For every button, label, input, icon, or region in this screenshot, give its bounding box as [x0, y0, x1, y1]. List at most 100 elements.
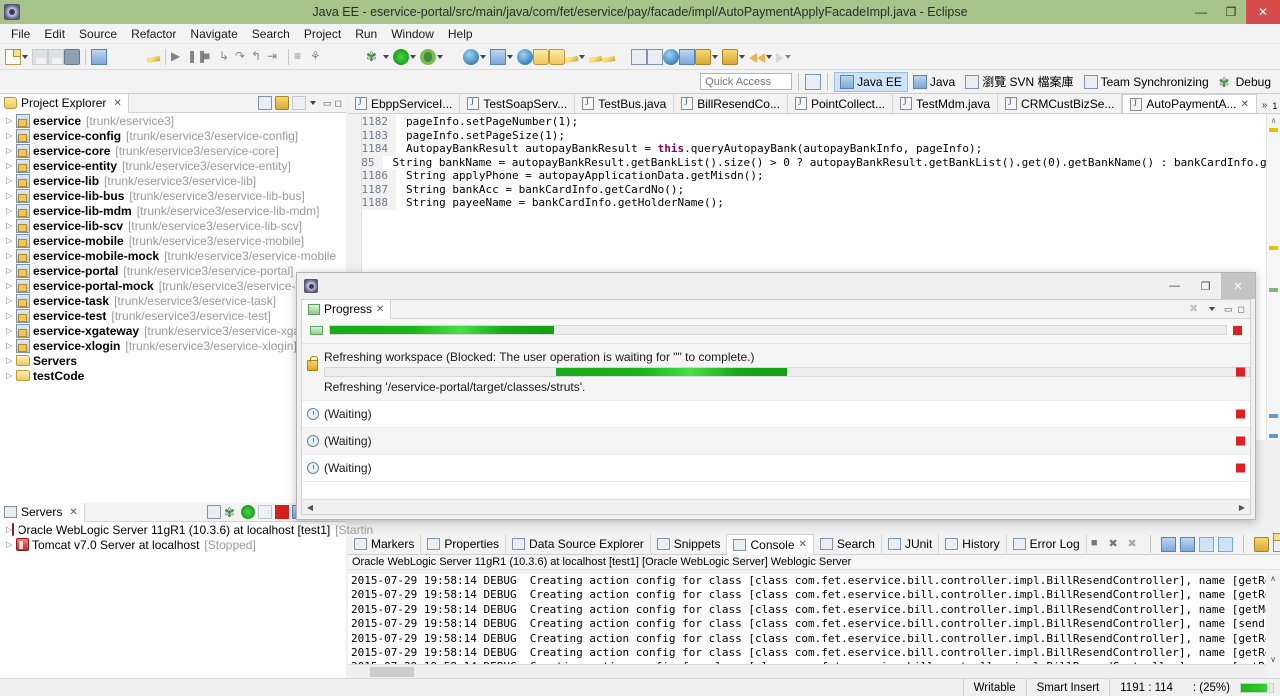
open-perspective-icon[interactable] — [805, 73, 822, 90]
bottom-tab[interactable]: Console ✕ — [727, 533, 814, 555]
editor-tab[interactable]: TestSoapServ... — [460, 94, 576, 113]
dialog-close-button[interactable]: ✕ — [1221, 273, 1255, 299]
menu-file[interactable]: File — [4, 26, 37, 42]
clear-console-icon[interactable] — [1160, 536, 1176, 552]
scroll-down-icon[interactable]: ∨ — [1266, 655, 1280, 664]
warning-marker[interactable] — [1269, 128, 1278, 132]
show-console-on-output-icon[interactable] — [1217, 536, 1233, 552]
open-task-icon[interactable] — [695, 48, 711, 65]
scrollbar-thumb[interactable] — [370, 667, 414, 677]
next-annotation-dropdown-icon[interactable] — [785, 54, 791, 59]
expand-arrow-icon[interactable]: ▷ — [6, 116, 16, 125]
new-java-package-icon[interactable] — [647, 48, 663, 65]
progress-horizontal-scrollbar[interactable]: ◀ ▶ — [302, 499, 1250, 514]
expand-arrow-icon[interactable]: ▷ — [6, 326, 16, 335]
next-annotation-icon[interactable] — [776, 53, 784, 63]
tree-item[interactable]: ▷ eservice-entity [trunk/eservice3/eservic… — [0, 158, 346, 173]
tree-item[interactable]: ▷ eservice-lib-mdm [trunk/eservice3/eservi… — [0, 203, 346, 218]
code-text[interactable]: String applyPhone = autopayApplicationDa… — [396, 169, 764, 183]
menu-navigate[interactable]: Navigate — [183, 26, 244, 42]
code-text[interactable]: AutopayBankResult autopayBankResult = th… — [396, 142, 982, 156]
code-text[interactable]: pageInfo.setPageNumber(1); — [396, 115, 578, 129]
perspective-java[interactable]: Java — [908, 72, 960, 92]
tree-item[interactable]: ▷ eservice-config [trunk/eservice3/eservic… — [0, 128, 346, 143]
code-text[interactable]: String payeeName = bankCardInfo.getHolde… — [396, 196, 724, 210]
tree-item[interactable]: ▷ eservice-task [trunk/eservice3/eservice-… — [0, 293, 346, 308]
new-java-project-icon[interactable] — [631, 48, 647, 65]
menu-window[interactable]: Window — [384, 26, 441, 42]
perspective-team-synchronizing[interactable]: Team Synchronizing — [1079, 72, 1214, 92]
pin-console-icon[interactable] — [1253, 536, 1269, 552]
maximize-view-icon[interactable]: ◻ — [335, 98, 342, 109]
console-output[interactable]: 2015-07-29 19:58:14 DEBUG Creating actio… — [348, 574, 1280, 664]
debug-server-icon[interactable]: ✾ — [224, 505, 238, 520]
debug-gear-icon[interactable]: ✾ — [366, 49, 382, 65]
run-icon[interactable] — [393, 48, 409, 65]
menu-search[interactable]: Search — [245, 26, 297, 42]
expand-arrow-icon[interactable]: ▷ — [6, 266, 16, 275]
overflow-chevron-icon[interactable]: » — [1262, 100, 1268, 111]
tree-item[interactable]: ▷ eservice-lib-scv [trunk/eservice3/eservi… — [0, 218, 346, 233]
editor-tab[interactable]: TestBus.java — [575, 94, 675, 113]
save-icon[interactable] — [32, 48, 48, 65]
server-row[interactable]: ▷ Oracle WebLogic Server 11gR1 (10.3.6) a… — [0, 522, 373, 537]
editor-tab[interactable]: AutoPaymentA...✕ — [1122, 94, 1257, 113]
tree-item[interactable]: ▷ testCode — [0, 368, 346, 383]
collapse-all-icon[interactable] — [258, 96, 272, 110]
expand-arrow-icon[interactable]: ▷ — [6, 206, 16, 215]
code-text[interactable]: String bankAcc = bankCardInfo.getCardNo(… — [396, 183, 684, 197]
drop-to-frame-icon[interactable]: ⇥ — [267, 49, 283, 65]
editor-overview-ruler[interactable]: ∧ — [1266, 114, 1280, 440]
expand-arrow-icon[interactable]: ▷ — [6, 311, 16, 320]
code-text[interactable]: pageInfo.setPageSize(1); — [396, 129, 565, 143]
expand-arrow-icon[interactable]: ▷ — [6, 236, 16, 245]
web-browser-icon[interactable] — [517, 48, 533, 65]
profile-server-icon[interactable] — [258, 505, 272, 519]
stop-server-icon[interactable] — [275, 505, 289, 519]
skip-breakpoints-icon[interactable]: ≡ — [294, 49, 310, 65]
minimize-view-icon[interactable]: ▭ — [323, 98, 332, 109]
dialog-maximize-button[interactable]: ❐ — [1190, 273, 1221, 299]
warning-marker[interactable] — [1269, 246, 1278, 250]
console-vertical-scrollbar[interactable]: ∧ ∨ — [1266, 574, 1280, 664]
tree-item[interactable]: ▷ eservice-test [trunk/eservice3/eservice-… — [0, 308, 346, 323]
progress-dialog[interactable]: — ❐ ✕ Progress ✕ ✖ ▭ ◻ Refreshing worksp… — [296, 272, 1256, 520]
menu-run[interactable]: Run — [348, 26, 384, 42]
expand-arrow-icon[interactable]: ▷ — [6, 191, 16, 200]
person-dropdown-icon[interactable] — [739, 54, 745, 59]
expand-arrow-icon[interactable]: ▷ — [6, 341, 16, 350]
expand-arrow-icon[interactable]: ▷ — [6, 131, 16, 140]
tree-item[interactable]: ▷ eservice-portal-mock [trunk/eservice3/es… — [0, 278, 346, 293]
new-ejb-icon[interactable] — [490, 48, 506, 65]
status-progress-bar[interactable] — [1240, 682, 1274, 693]
scroll-lock-icon[interactable] — [1198, 536, 1214, 552]
quick-fix-icon[interactable] — [146, 55, 161, 63]
quick-access-input[interactable] — [700, 73, 793, 90]
close-button[interactable]: ✕ — [1246, 0, 1280, 24]
minimize-view-icon[interactable]: ▭ — [1224, 304, 1233, 315]
open-web-icon[interactable] — [663, 48, 679, 65]
tree-item[interactable]: ▷ eservice-xlogin [trunk/eservice3/eservic… — [0, 338, 346, 353]
bottom-tab[interactable]: Search — [814, 533, 882, 555]
menu-help[interactable]: Help — [441, 26, 480, 42]
lock-scroll-icon[interactable] — [1179, 536, 1195, 552]
tree-item[interactable]: ▷ eservice-mobile [trunk/eservice3/eservic… — [0, 233, 346, 248]
servers-list[interactable]: ▷ Oracle WebLogic Server 11gR1 (10.3.6) a… — [0, 522, 373, 678]
close-icon[interactable]: ✕ — [69, 507, 77, 518]
open-task-dropdown-icon[interactable] — [712, 54, 718, 59]
editor-tab[interactable]: TestMdm.java — [893, 94, 999, 113]
terminate-icon[interactable]: ■ — [203, 49, 219, 65]
tab-project-explorer[interactable]: Project Explorer ✕ — [0, 93, 129, 113]
tree-item[interactable]: ▷ eservice-lib-bus [trunk/eservice3/eservi… — [0, 188, 346, 203]
server-row[interactable]: ▷ Tomcat v7.0 Server at localhost [Stopped… — [0, 537, 346, 552]
focus-on-active-task-icon[interactable] — [292, 96, 306, 110]
stop-button[interactable] — [1236, 436, 1245, 446]
expand-arrow-icon[interactable]: ▷ — [6, 146, 16, 155]
maximize-view-icon[interactable]: ◻ — [1238, 304, 1245, 315]
open-folder-icon[interactable] — [533, 48, 549, 65]
annotation-icon[interactable] — [588, 55, 603, 63]
close-icon[interactable]: ✕ — [1240, 99, 1248, 110]
person-icon[interactable] — [722, 48, 738, 65]
start-server-icon[interactable] — [241, 505, 255, 519]
tab-progress[interactable]: Progress ✕ — [302, 299, 392, 319]
